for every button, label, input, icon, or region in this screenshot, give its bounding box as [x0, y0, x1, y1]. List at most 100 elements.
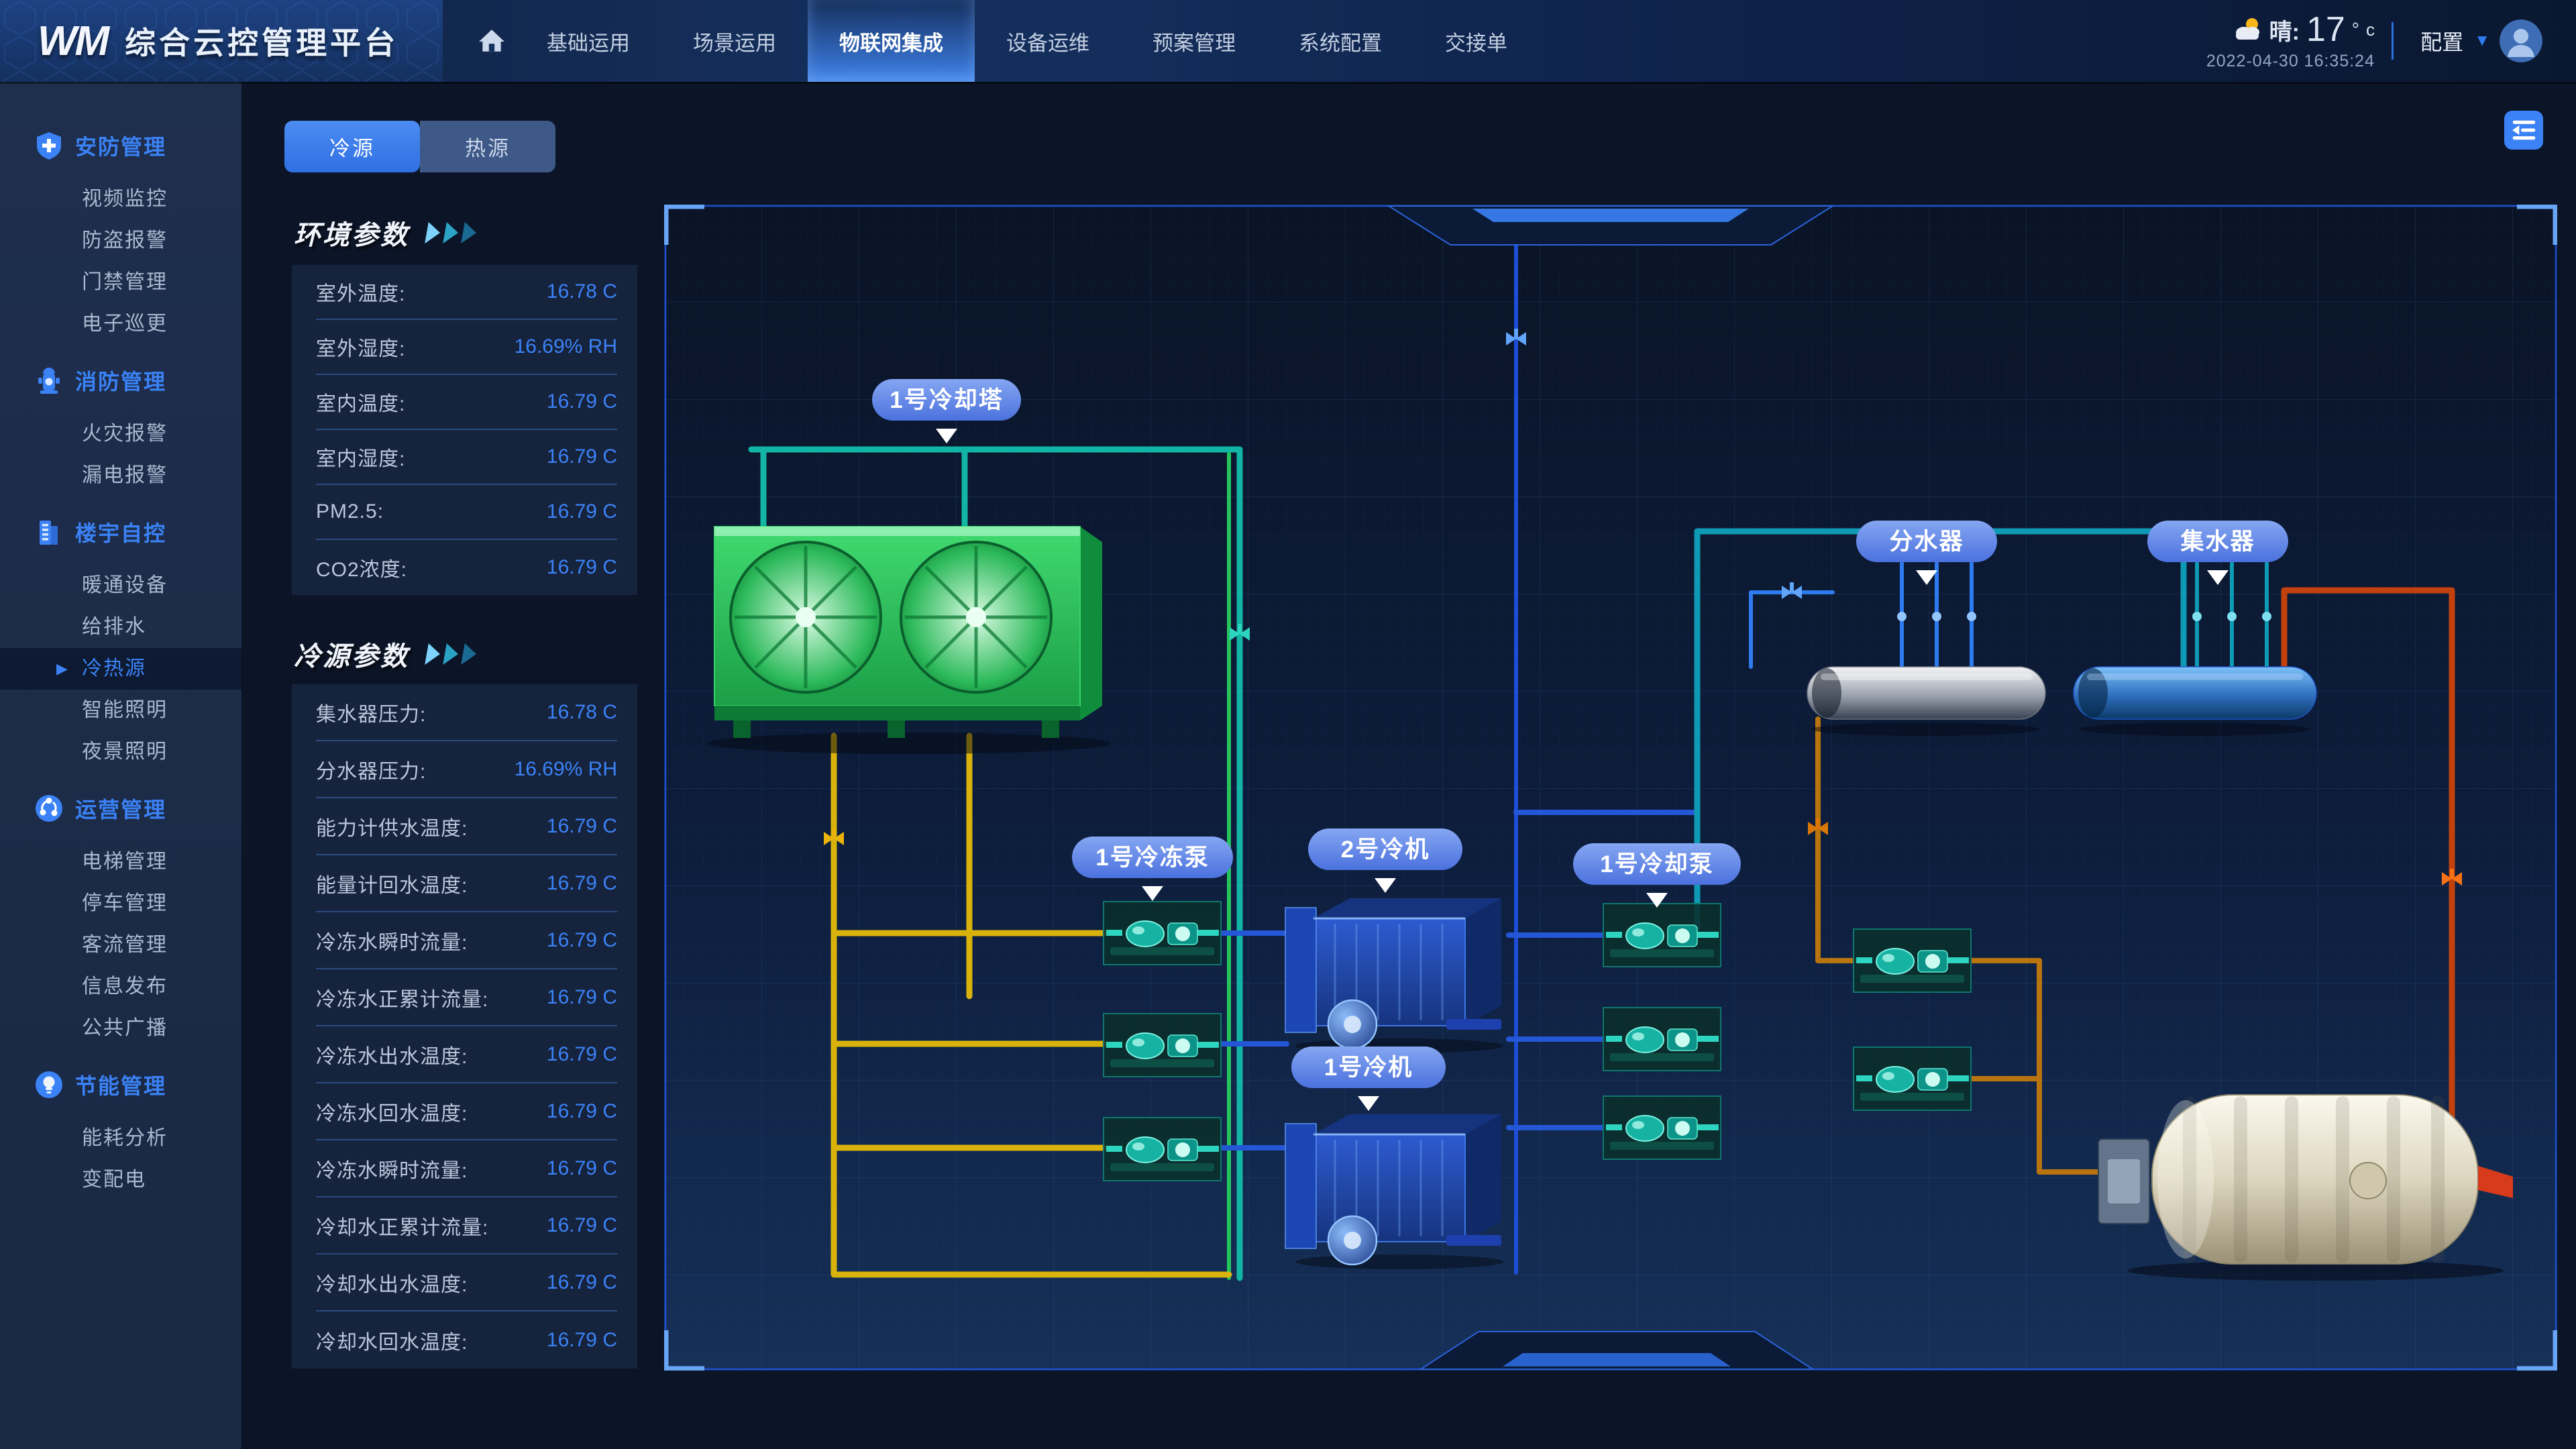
nav-item-system-config[interactable]: 系统配置: [1267, 0, 1413, 82]
sidebar-item-night-lighting[interactable]: 夜景照明: [0, 731, 241, 773]
param-label: 集水器压力:: [316, 698, 426, 727]
param-row: 冷却水出水温度:16.79 C: [316, 1254, 617, 1311]
source-tabs: 冷源 热源: [284, 121, 555, 172]
section-title-text: 冷源参数: [294, 635, 409, 674]
param-row: PM2.5:16.79 C: [316, 485, 617, 540]
nav-item-scene[interactable]: 场景运用: [661, 0, 808, 82]
sidebar-item-label: 冷热源: [82, 657, 146, 680]
sidebar-item-cold-heat-source[interactable]: ▶冷热源: [0, 648, 241, 690]
param-label: 冷冻水瞬时流量:: [316, 926, 468, 955]
nav-item-basic[interactable]: 基础运用: [515, 0, 661, 82]
cooling-tower: [708, 527, 1110, 754]
param-label: 冷却水回水温度:: [316, 1326, 468, 1355]
temperature-unit: c: [2366, 19, 2375, 40]
param-value: 16.79 C: [547, 1329, 617, 1352]
temperature-value: 17: [2306, 9, 2345, 50]
sidebar-header-security[interactable]: 安防管理: [0, 125, 241, 166]
param-label: 室外湿度:: [316, 332, 405, 362]
sidebar-item-label: 火灾报警: [82, 423, 168, 445]
sidebar-item-label: 客流管理: [82, 934, 168, 956]
param-value: 16.79 C: [547, 1043, 617, 1066]
sidebar-item-burglar-alarm[interactable]: 防盗报警: [0, 220, 241, 262]
chevrons-icon: [427, 643, 476, 665]
section-title-text: 环境参数: [294, 213, 409, 252]
sidebar-item-smart-lighting[interactable]: 智能照明: [0, 690, 241, 731]
page-title: 综合云控管理平台: [125, 19, 398, 63]
param-row: 冷冻水出水温度:16.79 C: [316, 1026, 617, 1083]
tab-heat-source[interactable]: 热源: [420, 121, 555, 172]
sidebar-item-access-control[interactable]: 门禁管理: [0, 262, 241, 303]
param-label: 冷冻水瞬时流量:: [316, 1154, 468, 1183]
param-row: 室外湿度: 16.69% RH: [316, 320, 617, 375]
lightbulb-icon: [34, 1069, 64, 1100]
fan-icon: [901, 542, 1051, 692]
param-label: 冷冻水回水温度:: [316, 1097, 468, 1126]
pump-unit: [1104, 902, 1221, 965]
collapse-panel-button[interactable]: [2504, 111, 2543, 150]
config-dropdown[interactable]: 配置 ▼: [2392, 22, 2490, 60]
sidebar-header-energy[interactable]: 节能管理: [0, 1064, 241, 1106]
sidebar-item-label: 能耗分析: [82, 1127, 168, 1149]
param-value: 16.79 C: [547, 929, 617, 952]
sidebar-header-fire[interactable]: 消防管理: [0, 360, 241, 401]
nav-item-iot[interactable]: 物联网集成: [808, 0, 975, 82]
config-label: 配置: [2420, 25, 2463, 56]
sidebar-item-leakage-alarm[interactable]: 漏电报警: [0, 455, 241, 496]
sidebar-group-label: 楼宇自控: [75, 517, 166, 547]
sidebar-item-elevator[interactable]: 电梯管理: [0, 841, 241, 883]
param-value: 16.79 C: [547, 1214, 617, 1237]
hvac-system-diagram: 1号冷却塔 分水器 集水器 1号冷冻泵 2号冷机: [664, 205, 2557, 1371]
pump-unit: [1603, 1008, 1721, 1071]
param-value: 16.78 C: [547, 280, 617, 303]
param-row: 冷冻水瞬时流量: 16.79 C: [316, 912, 617, 969]
param-row: 冷冻水回水温度:16.79 C: [316, 1083, 617, 1140]
sidebar-item-patrol[interactable]: 电子巡更: [0, 303, 241, 345]
chevrons-icon: [427, 222, 476, 244]
sidebar-item-label: 夜景照明: [82, 741, 168, 763]
pump-unit: [1854, 1047, 1971, 1110]
sidebar-header-operations[interactable]: 运营管理: [0, 788, 241, 829]
param-value: 16.69% RH: [515, 335, 617, 358]
home-button[interactable]: [468, 0, 515, 82]
sidebar-item-water-supply[interactable]: 给排水: [0, 606, 241, 648]
chilled-water-pumps: [1104, 902, 1221, 1181]
svg-text:分水器: 分水器: [1889, 529, 1964, 555]
tab-cold-source[interactable]: 冷源: [284, 121, 420, 172]
param-row: 室外温度:16.78 C: [316, 265, 617, 320]
param-row: 冷冻水正累计流量:16.79 C: [316, 969, 617, 1026]
sidebar: 安防管理 视频监控 防盗报警 门禁管理 电子巡更 消防管理 火灾报警 漏电报警: [0, 82, 243, 1449]
cold-source-params-panel: 集水器压力:16.78 C 分水器压力:16.69% RH 能力计供水温度:16…: [292, 684, 637, 1368]
sidebar-item-energy-analysis[interactable]: 能耗分析: [0, 1118, 241, 1159]
sidebar-item-label: 变配电: [82, 1169, 146, 1191]
svg-text:1号冷却泵: 1号冷却泵: [1600, 851, 1713, 877]
main-content: 冷源 热源 环境参数 室外温度:16.78 C 室外湿度: 16.69% RH 室…: [241, 82, 2576, 1449]
param-row: 冷冻水瞬时流量:16.79 C: [316, 1140, 617, 1197]
app-logo: WM 综合云控管理平台: [0, 0, 443, 82]
sidebar-item-parking[interactable]: 停车管理: [0, 883, 241, 924]
sidebar-item-video-monitor[interactable]: 视频监控: [0, 178, 241, 220]
param-value: 16.79 C: [547, 1271, 617, 1294]
param-row: 能量计回水温度:16.79 C: [316, 855, 617, 912]
sidebar-group-label: 运营管理: [75, 793, 166, 824]
sidebar-header-building-automation[interactable]: 楼宇自控: [0, 511, 241, 553]
sidebar-item-label: 智能照明: [82, 699, 168, 721]
sidebar-item-passenger-flow[interactable]: 客流管理: [0, 924, 241, 966]
logo-mark: WM: [38, 17, 107, 65]
nav-item-handover[interactable]: 交接单: [1413, 0, 1539, 82]
pump-unit: [1603, 1096, 1721, 1159]
nav-item-device-ops[interactable]: 设备运维: [975, 0, 1121, 82]
param-row: 冷却水正累计流量: 16.79 C: [316, 1197, 617, 1254]
sidebar-item-label: 视频监控: [82, 188, 168, 210]
datetime-text: 2022-04-30 16:35:24: [2206, 52, 2375, 71]
nav-item-plan[interactable]: 预案管理: [1121, 0, 1267, 82]
sidebar-item-hvac[interactable]: 暖通设备: [0, 565, 241, 606]
sidebar-item-fire-alarm[interactable]: 火灾报警: [0, 413, 241, 455]
sidebar-item-info-publish[interactable]: 信息发布: [0, 966, 241, 1008]
user-avatar[interactable]: [2500, 19, 2542, 62]
param-label: 冷却水正累计流量:: [316, 1211, 488, 1240]
sidebar-item-power-distribution[interactable]: 变配电: [0, 1159, 241, 1201]
sidebar-item-public-broadcast[interactable]: 公共广播: [0, 1008, 241, 1049]
param-label: CO2浓度:: [316, 553, 407, 582]
sidebar-item-label: 暖通设备: [82, 574, 168, 596]
svg-text:1号冷却塔: 1号冷却塔: [890, 387, 1003, 413]
